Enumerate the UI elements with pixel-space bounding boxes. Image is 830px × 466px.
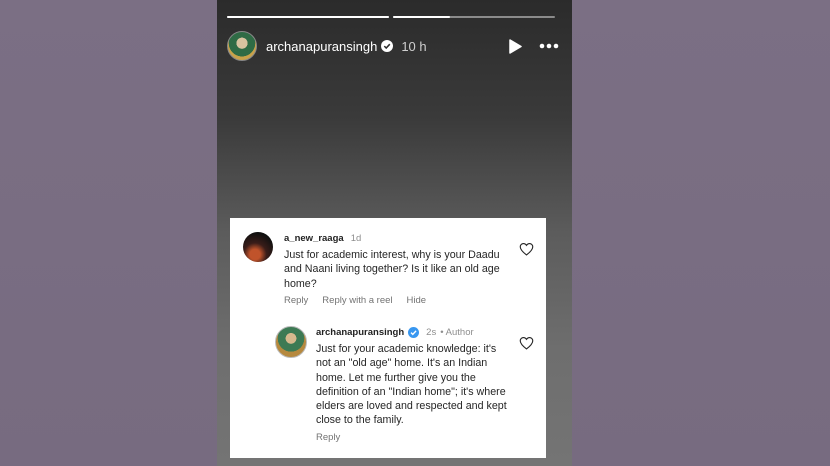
heart-icon[interactable] xyxy=(519,242,534,256)
comment-age: 1d xyxy=(350,232,362,244)
story-viewer: archanapuransingh 10 h a_new_raaga 1d Ju… xyxy=(217,0,572,466)
reply-with-reel-button[interactable]: Reply with a reel xyxy=(322,295,392,306)
verified-badge-icon xyxy=(408,326,420,338)
story-progress-2 xyxy=(393,16,555,18)
play-icon[interactable] xyxy=(506,37,524,55)
comment-text: Just for academic interest, why is your … xyxy=(284,249,500,290)
reply-button[interactable]: Reply xyxy=(316,432,340,443)
author-avatar[interactable] xyxy=(275,326,307,358)
author-label: • Author xyxy=(440,326,474,338)
story-avatar[interactable] xyxy=(227,31,257,61)
comment-username[interactable]: a_new_raaga xyxy=(284,233,344,244)
comment-screenshot-card: a_new_raaga 1d Just for academic interes… xyxy=(230,218,546,458)
story-username[interactable]: archanapuransingh xyxy=(266,39,377,54)
hide-button[interactable]: Hide xyxy=(407,295,427,306)
reply-username[interactable]: archanapuransingh xyxy=(316,327,404,338)
story-header: archanapuransingh 10 h xyxy=(227,30,560,62)
more-icon[interactable] xyxy=(538,37,560,55)
reply-button[interactable]: Reply xyxy=(284,295,308,306)
story-time: 10 h xyxy=(401,38,427,54)
story-progress-1 xyxy=(227,16,389,18)
verified-badge-icon xyxy=(381,40,394,52)
heart-icon[interactable] xyxy=(519,336,534,350)
reply-age: 2s xyxy=(426,326,437,338)
commenter-avatar[interactable] xyxy=(243,232,273,262)
reply-text: Just for your academic knowledge: it's n… xyxy=(316,343,507,427)
